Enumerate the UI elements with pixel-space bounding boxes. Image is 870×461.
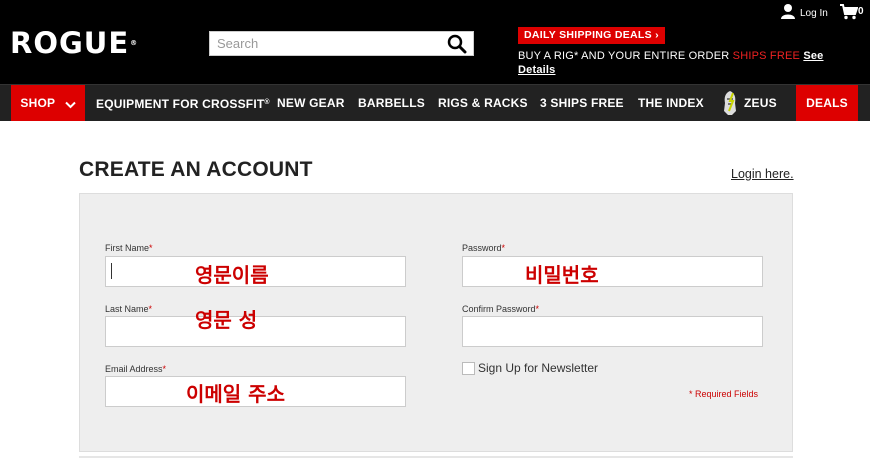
- nav-3-ships-free[interactable]: 3 SHIPS FREE: [540, 85, 624, 121]
- free-shipping-promo: BUY A RIG* AND YOUR ENTIRE ORDER SHIPS F…: [518, 49, 848, 77]
- cart-button[interactable]: 0: [840, 3, 868, 21]
- page-title: CREATE AN ACCOUNT: [79, 158, 313, 181]
- first-name-field[interactable]: [105, 256, 406, 287]
- search-box: [209, 31, 474, 56]
- required-fields-note: * Required Fields: [689, 389, 759, 399]
- search-button[interactable]: [444, 33, 470, 54]
- nav-shop-label: SHOP: [20, 96, 56, 110]
- required-marker: *: [149, 243, 153, 253]
- newsletter-label[interactable]: Sign Up for Newsletter: [478, 361, 598, 375]
- search-icon: [447, 34, 467, 54]
- nav-rigs-racks[interactable]: RIGS & RACKS: [438, 85, 528, 121]
- nav-the-index[interactable]: THE INDEX: [638, 85, 704, 121]
- cart-count: 0: [858, 6, 864, 17]
- newsletter-checkbox[interactable]: [462, 362, 475, 375]
- required-marker: *: [535, 304, 540, 314]
- required-marker: *: [162, 364, 167, 374]
- last-name-label: Last Name*: [105, 304, 152, 314]
- password-label: Password*: [462, 243, 505, 253]
- password-field[interactable]: [462, 256, 763, 287]
- nav-shop[interactable]: SHOP: [11, 85, 85, 121]
- promo-text-prefix: BUY A RIG* AND YOUR ENTIRE ORDER: [518, 50, 730, 62]
- zeus-helmet-icon: [724, 91, 736, 115]
- password-label-text: Password: [462, 243, 502, 253]
- nav-zeus[interactable]: ZEUS: [721, 85, 777, 121]
- cart-icon: [840, 4, 858, 20]
- required-marker: *: [501, 243, 506, 253]
- top-header: ROGUE® DAILY SHIPPING DEALS › BUY A RIG*…: [0, 0, 870, 84]
- rogue-logo[interactable]: ROGUE®: [10, 27, 138, 59]
- promo-text-highlight: SHIPS FREE: [732, 50, 801, 62]
- nav-new-gear[interactable]: NEW GEAR: [277, 85, 345, 121]
- logo-text: ROGUE: [10, 26, 130, 60]
- text-caret: [111, 263, 112, 279]
- first-name-label-text: First Name: [105, 243, 150, 253]
- search-input[interactable]: [210, 32, 438, 55]
- nav-deals[interactable]: DEALS: [796, 85, 858, 121]
- nav-crossfit-label: EQUIPMENT FOR CROSSFIT: [96, 97, 265, 111]
- form-bottom-border: [79, 456, 793, 458]
- login-here-link[interactable]: Login here.: [731, 167, 794, 181]
- email-label-text: Email Address: [105, 364, 163, 374]
- confirm-password-label: Confirm Password*: [462, 304, 539, 314]
- last-name-label-text: Last Name: [105, 304, 149, 314]
- main-nav: SHOP EQUIPMENT FOR CROSSFIT® NEW GEAR BA…: [0, 84, 870, 121]
- nav-equipment-for-crossfit[interactable]: EQUIPMENT FOR CROSSFIT®: [96, 85, 270, 121]
- first-name-label: First Name*: [105, 243, 153, 253]
- daily-shipping-deals-button[interactable]: DAILY SHIPPING DEALS ›: [518, 27, 665, 44]
- last-name-field[interactable]: [105, 316, 406, 347]
- required-marker: *: [148, 304, 153, 314]
- nav-zeus-label: ZEUS: [744, 96, 777, 110]
- logo-trademark: ®: [130, 39, 139, 47]
- email-field[interactable]: [105, 376, 406, 407]
- login-label: Log In: [800, 8, 828, 19]
- user-icon: [781, 4, 795, 19]
- confirm-password-label-text: Confirm Password: [462, 304, 536, 314]
- nav-barbells[interactable]: BARBELLS: [358, 85, 425, 121]
- nav-crossfit-registered: ®: [264, 99, 270, 106]
- chevron-down-icon: [64, 101, 76, 109]
- email-label: Email Address*: [105, 364, 166, 374]
- confirm-password-field[interactable]: [462, 316, 763, 347]
